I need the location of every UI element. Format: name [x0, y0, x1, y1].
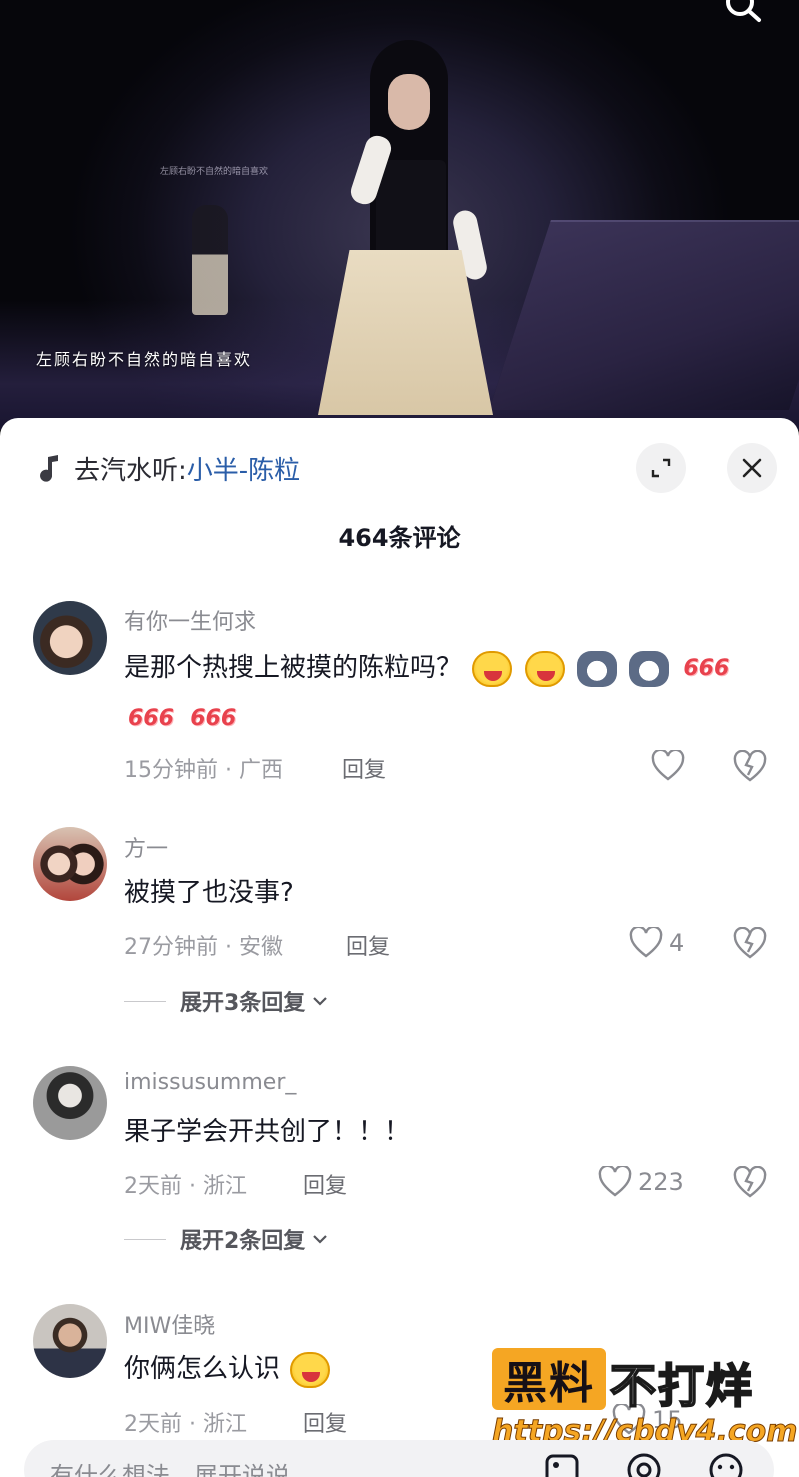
song-name[interactable]: 小半-陈粒 — [187, 450, 300, 487]
comment-text-content: 你俩怎么认识 — [124, 1354, 281, 1384]
comment-text: 果子学会开共创了！！！ — [124, 1117, 411, 1147]
emoji-666: 666 — [190, 706, 237, 731]
chevron-down-icon — [313, 1235, 328, 1244]
comment-meta: 27分钟前 · 安徽 — [124, 935, 283, 960]
chevron-down-icon — [313, 997, 328, 1006]
comment-username[interactable]: imissusummer_ — [124, 1070, 296, 1095]
close-icon — [742, 458, 762, 478]
like-count: 223 — [638, 1168, 684, 1196]
reply-button[interactable]: 回复 — [346, 929, 390, 961]
divider — [124, 1000, 166, 1002]
heart-icon — [651, 750, 685, 781]
divider — [124, 1238, 166, 1240]
search-icon[interactable] — [722, 0, 762, 28]
video-player[interactable]: 左顾右盼不自然的暗自喜欢 左顾右盼不自然的暗自喜欢 — [0, 0, 799, 430]
expand-replies-label: 展开3条回复 — [180, 991, 306, 1016]
avatar[interactable] — [33, 1304, 107, 1378]
background-figure — [192, 205, 228, 315]
dislike-icon[interactable] — [733, 927, 767, 961]
emoji-icon[interactable] — [706, 1450, 746, 1477]
comment-meta: 2天前 · 浙江 — [124, 1412, 247, 1437]
fullscreen-button[interactable] — [636, 443, 686, 493]
comment-username[interactable]: MIW佳晓 — [124, 1308, 215, 1340]
comment-meta: 2天前 · 浙江 — [124, 1174, 247, 1199]
reply-button[interactable]: 回复 — [303, 1406, 347, 1438]
husky-emoji-icon — [629, 650, 670, 687]
singer-figure — [318, 40, 498, 415]
close-button[interactable] — [727, 443, 777, 493]
avatar[interactable] — [33, 601, 107, 675]
avatar[interactable] — [33, 1066, 107, 1140]
laugh-cry-emoji-icon — [472, 650, 513, 687]
comment-text-content: 是那个热搜上被摸的陈粒吗？ — [124, 653, 463, 683]
image-icon[interactable] — [542, 1450, 582, 1477]
comment-text: 被摸了也没事? — [124, 878, 294, 908]
like-count: 4 — [669, 929, 685, 957]
like-button[interactable] — [651, 750, 685, 782]
dislike-icon[interactable] — [733, 750, 767, 784]
stage-screen-text: 左顾右盼不自然的暗自喜欢 — [160, 167, 269, 177]
lyric-subtitle: 左顾右盼不自然的暗自喜欢 — [36, 350, 253, 369]
music-prefix: 去汽水听: — [74, 455, 187, 486]
comment-text: 是那个热搜上被摸的陈粒吗？ 666 666 666 — [124, 643, 764, 744]
heart-icon — [598, 1166, 632, 1197]
watermark-text: 不打烊 — [609, 1358, 754, 1414]
expand-replies-label: 展开2条回复 — [180, 1229, 306, 1254]
reply-button[interactable]: 回复 — [342, 752, 386, 784]
comment-input[interactable]: 有什么想法，展开说说 — [24, 1440, 774, 1477]
comment-count: 464条评论 — [338, 524, 461, 552]
avatar[interactable] — [33, 827, 107, 901]
expand-icon — [651, 458, 671, 478]
emoji-666: 666 — [128, 706, 174, 731]
husky-emoji-icon — [576, 650, 617, 687]
music-note-icon — [40, 455, 58, 482]
like-button[interactable]: 223 — [598, 1166, 684, 1198]
comment-meta: 15分钟前 · 广西 — [124, 758, 283, 783]
emoji-666: 666 — [683, 655, 730, 681]
at-mention-icon[interactable] — [624, 1450, 664, 1477]
laugh-cry-emoji-icon — [290, 1351, 331, 1388]
expand-replies-button[interactable]: 展开3条回复 — [124, 985, 329, 1017]
stage-ramp — [489, 220, 799, 410]
comment-username[interactable]: 方一 — [124, 831, 168, 863]
heart-icon — [629, 927, 663, 958]
laugh-cry-emoji-icon — [524, 650, 565, 687]
dislike-icon[interactable] — [733, 1166, 767, 1200]
like-button[interactable]: 4 — [629, 927, 684, 959]
music-link[interactable]: 去汽水听: 小半-陈粒 — [38, 448, 300, 488]
comment-input-placeholder: 有什么想法，展开说说 — [50, 1462, 290, 1477]
expand-replies-button[interactable]: 展开2条回复 — [124, 1223, 329, 1255]
reply-button[interactable]: 回复 — [303, 1168, 347, 1200]
comment-username[interactable]: 有你一生何求 — [124, 604, 256, 636]
watermark-box: 黑料 — [492, 1348, 606, 1410]
comment-sheet: 去汽水听: 小半-陈粒 464条评论 有你一生何求 是那个热搜上被摸的陈粒吗？ … — [0, 418, 799, 1477]
